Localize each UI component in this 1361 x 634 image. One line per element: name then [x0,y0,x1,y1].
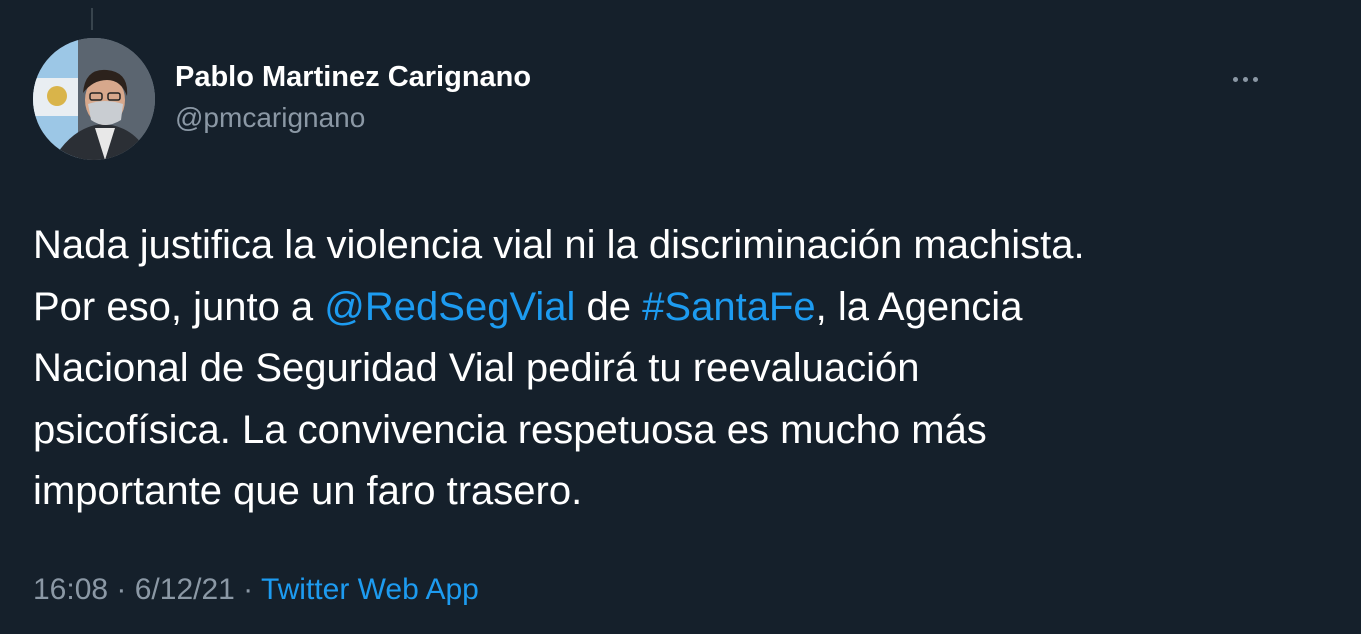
more-horizontal-icon-dot [1242,76,1248,82]
tweet-date[interactable]: 6/12/21 [135,573,235,606]
tweet-text-line: Nada justifica la violencia vial ni la d… [33,223,1085,267]
tweet-text-line: psicofísica. La convivencia respetuosa e… [33,407,987,452]
avatar[interactable] [33,38,155,160]
user-info: Pablo Martinez Carignano @pmcarignano [175,58,531,138]
more-options-button[interactable] [1222,64,1268,94]
tweet-source-link[interactable]: Twitter Web App [261,573,479,606]
tweet-text-segment: , la Agencia [815,284,1023,329]
tweet-text-line: importante que un faro trasero. [33,469,583,513]
hashtag-link[interactable]: #SantaFe [642,285,815,329]
more-horizontal-icon-dot [1252,76,1258,82]
avatar-image [33,38,155,160]
tweet-metadata: 16:08 · 6/12/21 · Twitter Web App [33,570,479,610]
tweet-text-segment: Por eso, junto a [33,284,325,329]
user-handle[interactable]: @pmcarignano [175,98,531,138]
meta-separator: · [234,573,261,606]
more-horizontal-icon [1232,76,1238,82]
meta-separator: · [108,573,135,606]
mention-link[interactable]: @RedSegVial [324,285,575,329]
tweet-text-segment: de [575,284,643,329]
display-name[interactable]: Pablo Martinez Carignano [175,58,531,96]
thread-connector-line [91,8,93,30]
tweet-card: Pablo Martinez Carignano @pmcarignano Na… [0,0,1361,634]
tweet-text-line: Por eso, junto a @RedSegVial de #SantaFe… [33,277,1323,339]
tweet-text-line: Nacional de Seguridad Vial pedirá tu ree… [33,346,920,390]
tweet-text: Nada justifica la violencia vial ni la d… [33,215,1323,523]
tweet-time[interactable]: 16:08 [33,573,108,606]
